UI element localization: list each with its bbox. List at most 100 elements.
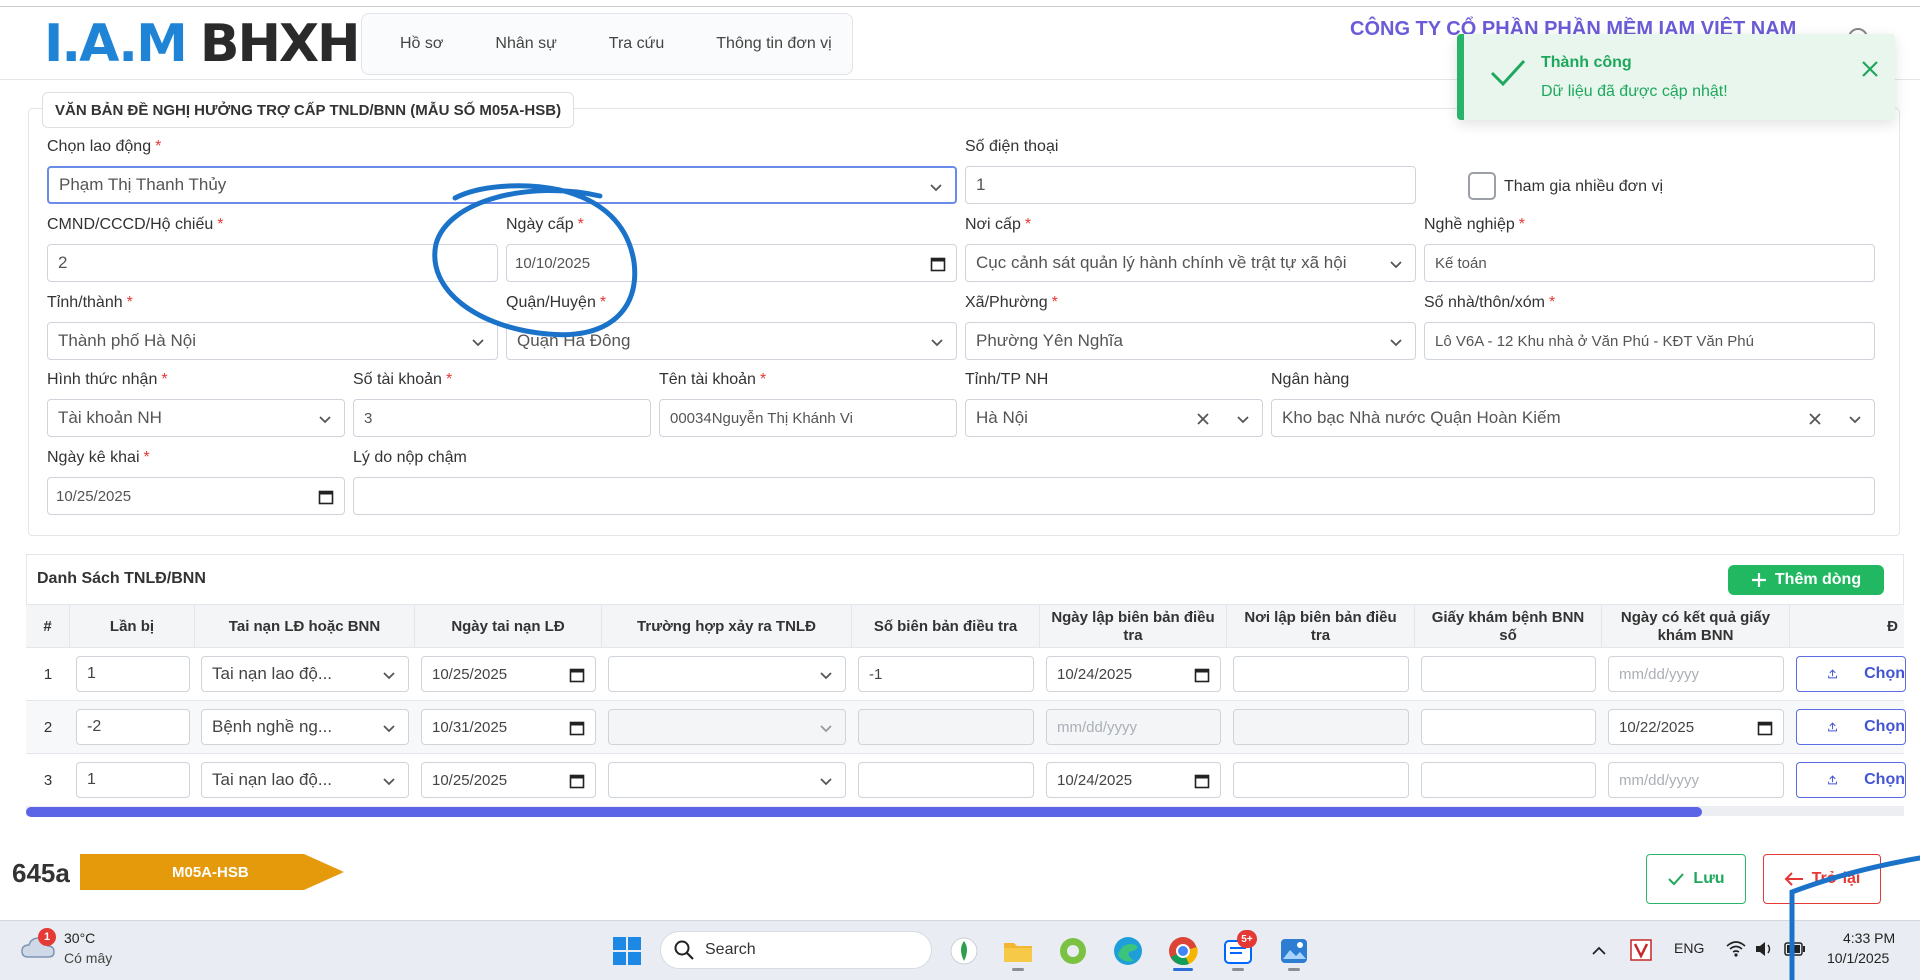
photos-app-icon[interactable] <box>1278 935 1310 967</box>
exam-date-input[interactable]: 10/22/2025 <box>1608 709 1784 745</box>
type-select[interactable]: Bệnh nghề ng... <box>201 709 409 745</box>
leaf-app-icon[interactable] <box>948 935 980 967</box>
choose-file-button[interactable]: Chọn <box>1796 762 1906 798</box>
nav-item-thong-tin-don-vi[interactable]: Thông tin đơn vị <box>716 35 831 53</box>
exam-no-input[interactable] <box>1421 656 1596 692</box>
ward-select[interactable]: Phường Yên Nghĩa <box>965 322 1416 360</box>
multi-unit-checkbox[interactable] <box>1468 172 1496 200</box>
col-header-report-date: Ngày lập biên bản điều tra <box>1040 605 1227 649</box>
close-icon[interactable] <box>1857 56 1883 82</box>
exam-date-input[interactable]: mm/dd/yyyy <box>1608 762 1784 798</box>
taskbar-clock-date[interactable]: 10/1/2025 <box>1827 950 1889 966</box>
times-input[interactable]: 1 <box>76 656 190 692</box>
nav-item-tra-cuu[interactable]: Tra cứu <box>609 35 664 53</box>
accident-date-input[interactable]: 10/25/2025 <box>421 656 596 692</box>
receive-method-select[interactable]: Tài khoản NH <box>47 399 345 437</box>
times-input[interactable]: -2 <box>76 709 190 745</box>
late-reason-label-text: Lý do nộp chậm <box>353 449 467 466</box>
account-no-input[interactable]: 3 <box>353 399 651 437</box>
exam-date-input[interactable]: mm/dd/yyyy <box>1608 656 1784 692</box>
report-place-input[interactable] <box>1233 762 1409 798</box>
calendar-icon[interactable] <box>1194 667 1210 683</box>
nav-item-nhan-su[interactable]: Nhân sự <box>495 35 556 53</box>
case-select[interactable] <box>608 709 846 745</box>
report-no-input[interactable] <box>858 762 1034 798</box>
issue-date-label-text: Ngày cấp <box>506 216 574 233</box>
bank-select[interactable]: Kho bạc Nhà nước Quận Hoàn Kiếm <box>1271 399 1875 437</box>
exam-no-input[interactable] <box>1421 709 1596 745</box>
issue-date-input[interactable]: 10/10/2025 <box>506 244 957 282</box>
battery-icon[interactable] <box>1784 941 1806 957</box>
report-date-input[interactable]: mm/dd/yyyy <box>1046 709 1221 745</box>
back-button[interactable]: Trở lại <box>1763 854 1881 904</box>
type-select[interactable]: Tai nạn lao độ... <box>201 656 409 692</box>
exam-no-input[interactable] <box>1421 762 1596 798</box>
required-mark: * <box>126 294 133 311</box>
report-date-input[interactable]: 10/24/2025 <box>1046 656 1221 692</box>
accident-date-input[interactable]: 10/25/2025 <box>421 762 596 798</box>
weather-temperature[interactable]: 30°C <box>64 930 95 946</box>
chevron-up-icon[interactable] <box>1590 942 1608 960</box>
add-row-button[interactable]: Thêm dòng <box>1728 565 1884 595</box>
province-select[interactable]: Thành phố Hà Nội <box>47 322 498 360</box>
type-value: Tai nạn lao độ... <box>212 770 333 789</box>
employee-select[interactable]: Phạm Thị Thanh Thủy <box>47 166 957 204</box>
wifi-icon[interactable] <box>1725 940 1747 958</box>
accident-date-value: 10/25/2025 <box>432 771 508 789</box>
weather-condition[interactable]: Có mây <box>64 950 112 966</box>
district-select[interactable]: Quận Hà Đông <box>506 322 957 360</box>
horizontal-scrollbar-thumb[interactable] <box>26 807 1702 817</box>
search-label: Search <box>705 941 756 958</box>
language-indicator[interactable]: ENG <box>1674 940 1704 956</box>
report-place-input[interactable] <box>1233 709 1409 745</box>
id-input[interactable]: 2 <box>47 244 498 282</box>
clear-icon[interactable] <box>1808 412 1822 426</box>
windows-start-icon[interactable] <box>612 936 642 966</box>
volume-icon[interactable] <box>1754 940 1774 958</box>
multi-unit-label: Tham gia nhiều đơn vị <box>1504 178 1664 195</box>
calendar-icon[interactable] <box>569 720 585 736</box>
receive-method-label: Hình thức nhận * <box>47 371 168 389</box>
report-no-input[interactable] <box>858 709 1034 745</box>
declare-date-input[interactable]: 10/25/2025 <box>47 477 345 515</box>
calendar-icon[interactable] <box>1194 773 1210 789</box>
green-app-icon[interactable] <box>1057 935 1089 967</box>
type-select[interactable]: Tai nạn lao độ... <box>201 762 409 798</box>
job-input[interactable]: Kế toán <box>1424 244 1875 282</box>
col-header-accident-date: Ngày tai nạn LĐ <box>415 605 602 649</box>
nav-item-ho-so[interactable]: Hồ sơ <box>400 35 443 53</box>
case-select[interactable] <box>608 762 846 798</box>
choose-file-button[interactable]: Chọn <box>1796 709 1906 745</box>
taskbar-search[interactable]: Search <box>660 931 932 969</box>
report-no-input[interactable]: -1 <box>858 656 1034 692</box>
chrome-browser-icon[interactable] <box>1167 935 1199 967</box>
times-input[interactable]: 1 <box>76 762 190 798</box>
calendar-icon[interactable] <box>569 667 585 683</box>
phone-input[interactable]: 1 <box>965 166 1416 204</box>
file-explorer-icon[interactable] <box>1002 935 1034 967</box>
antivirus-icon[interactable] <box>1630 939 1652 961</box>
table-header: # Lần bị Tai nạn LĐ hoặc BNN Ngày tai nạ… <box>26 604 1904 649</box>
account-name-input[interactable]: 00034Nguyễn Thị Khánh Vi <box>659 399 957 437</box>
choose-file-button[interactable]: Chọn <box>1796 656 1906 692</box>
save-button[interactable]: Lưu <box>1646 854 1746 904</box>
id-label-text: CMND/CCCD/Hộ chiếu <box>47 216 214 233</box>
report-place-input[interactable] <box>1233 656 1409 692</box>
late-reason-input[interactable] <box>353 477 1875 515</box>
bank-province-select[interactable]: Hà Nội <box>965 399 1263 437</box>
clear-icon[interactable] <box>1196 412 1210 426</box>
calendar-icon[interactable] <box>1757 720 1773 736</box>
report-date-input[interactable]: 10/24/2025 <box>1046 762 1221 798</box>
calendar-icon[interactable] <box>318 489 334 505</box>
calendar-icon[interactable] <box>569 773 585 789</box>
edge-browser-icon[interactable] <box>1112 935 1144 967</box>
employee-label: Chọn lao động * <box>47 138 161 156</box>
app-logo[interactable]: I.A.M BHXH <box>44 16 361 72</box>
taskbar-clock-time[interactable]: 4:33 PM <box>1843 930 1895 946</box>
employee-select-value: Phạm Thị Thanh Thủy <box>59 175 227 194</box>
case-select[interactable] <box>608 656 846 692</box>
address-input[interactable]: Lô V6A - 12 Khu nhà ở Văn Phú - KĐT Văn … <box>1424 322 1875 360</box>
accident-date-input[interactable]: 10/31/2025 <box>421 709 596 745</box>
calendar-icon[interactable] <box>930 256 946 272</box>
issue-place-select[interactable]: Cục cảnh sát quản lý hành chính về trật … <box>965 244 1416 282</box>
